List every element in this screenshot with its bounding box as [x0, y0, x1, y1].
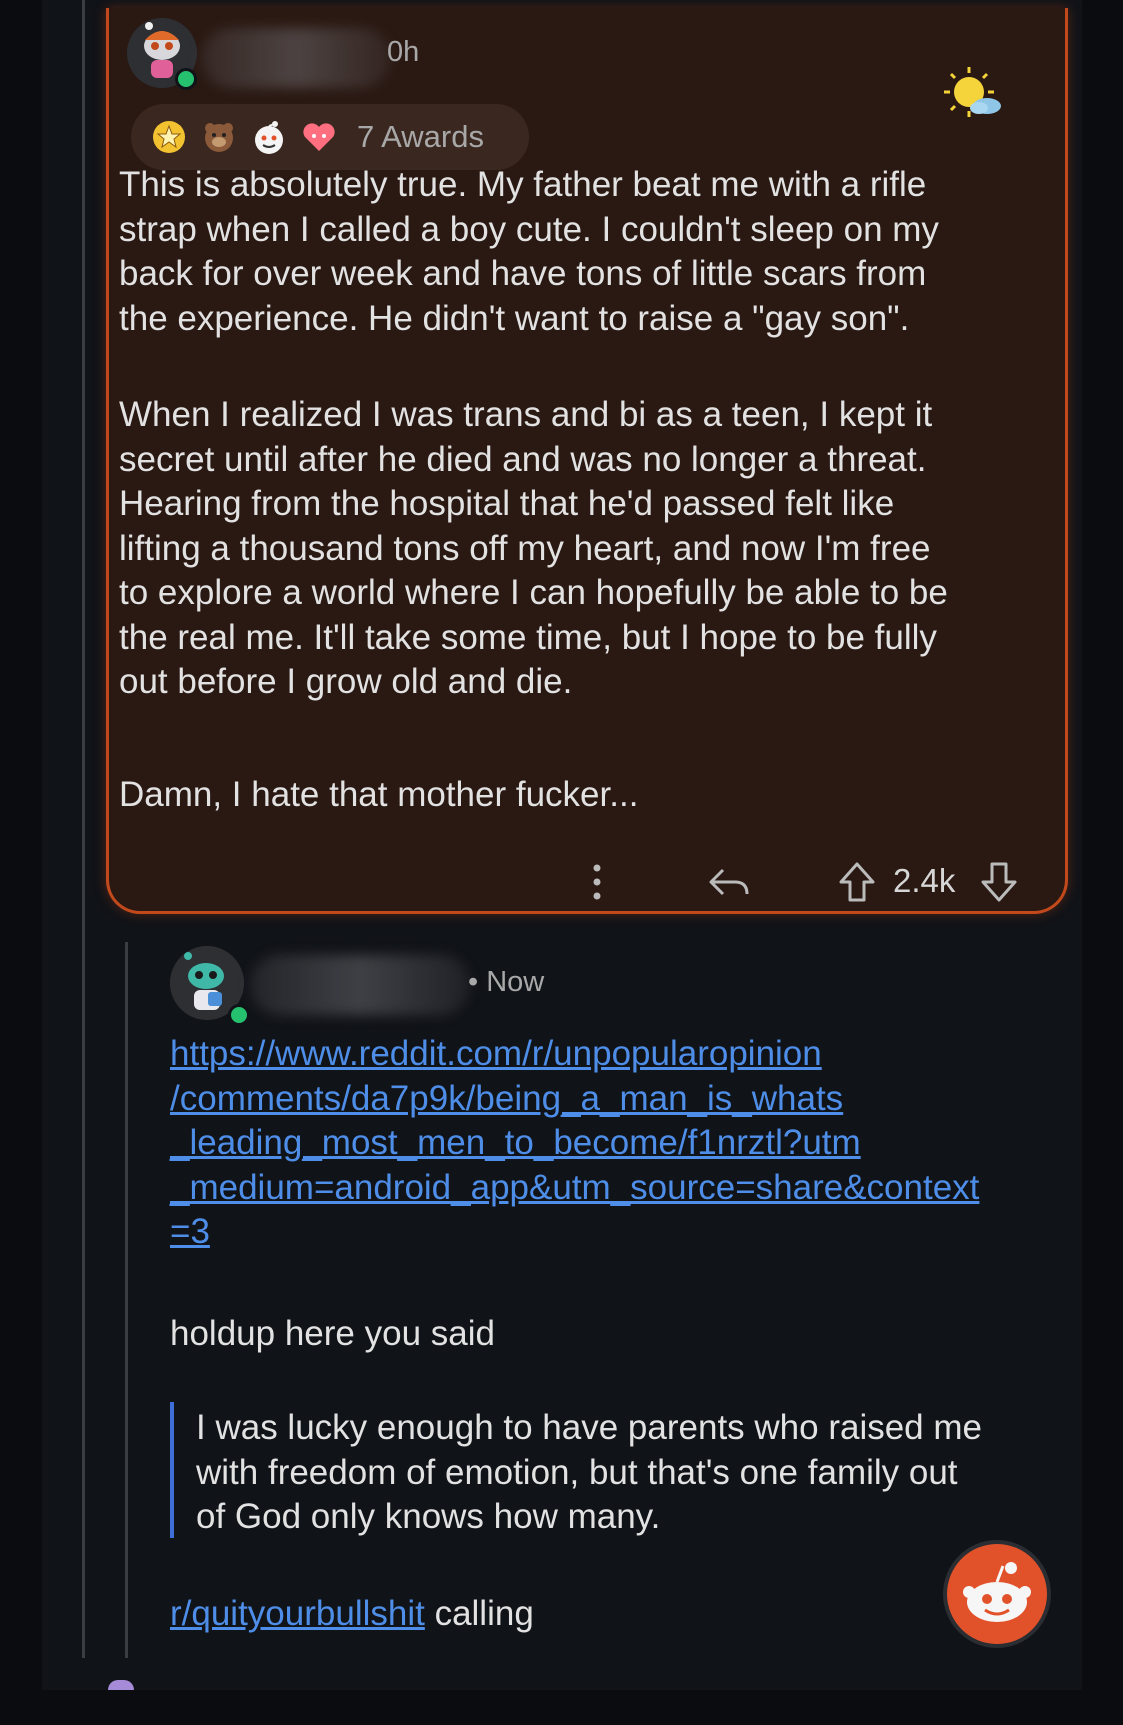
blockquote-text: I was lucky enough to have parents who r… — [196, 1408, 982, 1536]
awards-pill[interactable]: 7 Awards — [131, 104, 529, 170]
bear-award-icon — [201, 119, 237, 155]
star-award-icon — [151, 119, 187, 155]
highlighted-comment: 0h 7 Awards This is absolutely true. My … — [106, 8, 1068, 914]
comment-paragraph: Damn, I hate that mother fucker... — [119, 775, 639, 814]
upvote-icon[interactable] — [837, 860, 877, 904]
reply-timestamp: • Now — [468, 966, 545, 998]
more-options-icon[interactable] — [591, 862, 603, 902]
vote-count: 2.4k — [893, 862, 956, 899]
reply-icon[interactable] — [707, 862, 751, 902]
downvote-icon[interactable] — [979, 860, 1019, 904]
thread-line-reply[interactable] — [125, 942, 128, 1658]
comment-action-bar: 2.4k — [109, 848, 1065, 904]
reply-closing-line: r/quityourbullshit calling — [170, 1592, 534, 1637]
sun-cloud-flair-icon — [939, 62, 1007, 130]
blockquote-bar — [170, 1402, 174, 1538]
reply-text: holdup here you said — [170, 1314, 495, 1353]
online-status-dot — [175, 68, 197, 90]
thread-line-outer[interactable] — [82, 0, 85, 1658]
next-comment-avatar-edge — [108, 1680, 134, 1690]
online-status-dot — [228, 1004, 250, 1026]
reply-closing-text: calling — [424, 1594, 534, 1633]
awards-count: 7 Awards — [357, 119, 484, 154]
subreddit-link[interactable]: r/quityourbullshit — [170, 1594, 425, 1633]
comment-paragraph: When I realized I was trans and bi as a … — [119, 395, 948, 701]
username-redacted[interactable] — [201, 28, 391, 88]
username-redacted[interactable] — [250, 955, 470, 1015]
heart-award-icon — [301, 119, 337, 155]
comment-paragraph: This is absolutely true. My father beat … — [119, 165, 939, 338]
snoo-award-icon — [251, 119, 287, 155]
comment-timestamp: 0h — [387, 36, 420, 68]
comment-link[interactable]: https://www.reddit.com/r/unpopularopinio… — [170, 1032, 979, 1255]
snoo-icon — [963, 1562, 1031, 1622]
snoo-fab-button[interactable] — [947, 1544, 1047, 1644]
